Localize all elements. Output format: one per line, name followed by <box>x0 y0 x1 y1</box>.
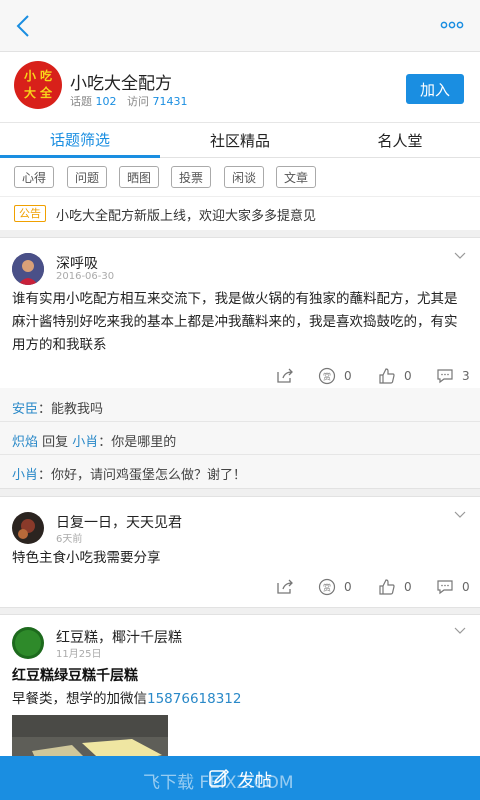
post-body: 早餐类，想学的加微信15876618312 <box>12 688 468 711</box>
divider <box>0 421 480 422</box>
comment-text: ：你是哪里的 <box>98 435 177 450</box>
share-icon <box>277 368 293 383</box>
share-icon <box>277 579 293 594</box>
reward-count: 0 <box>344 580 352 594</box>
post-card[interactable]: 深呼吸 2016-06-30 谁有实用小吃配方相互来交流下，我是做火锅的有独家的… <box>0 237 480 489</box>
comment-text: ：你好，请问鸡蛋堡怎么做？谢了！ <box>38 468 247 483</box>
avatar-image <box>12 512 44 544</box>
back-arrow-icon[interactable] <box>10 10 40 42</box>
thumbs-up-icon <box>379 368 395 384</box>
group-logo: 小 吃 大 全 <box>14 61 62 109</box>
comment-text: ：能教我吗 <box>38 402 104 417</box>
visits-count: 71431 <box>152 95 188 108</box>
post-date: 11月25日 <box>56 649 102 660</box>
filter-chip-chat[interactable]: 闲谈 <box>224 166 264 188</box>
like-button[interactable]: 0 <box>378 577 412 597</box>
comment-user[interactable]: 小肖 <box>12 468 38 483</box>
app-screen: 小 吃 大 全 小吃大全配方 话题 102 访问 71431 加入 话题筛选 社… <box>0 0 480 800</box>
logo-char: 大 <box>24 86 37 100</box>
logo-char: 小 <box>24 69 37 83</box>
share-button[interactable] <box>276 366 302 386</box>
avatar-image <box>12 253 44 285</box>
avatar[interactable] <box>12 512 44 544</box>
comment-icon <box>437 580 453 595</box>
announcement-bar[interactable]: 公告 小吃大全配方新版上线，欢迎大家多多提意见 <box>0 196 480 230</box>
announcement-text: 小吃大全配方新版上线，欢迎大家多多提意见 <box>56 209 317 224</box>
divider <box>0 454 480 455</box>
new-post-button[interactable]: 发帖 飞下载 FEIXZ.COM <box>0 756 480 800</box>
more-dots-icon[interactable] <box>440 18 464 32</box>
comment-icon <box>437 369 453 384</box>
like-count: 0 <box>404 369 412 383</box>
post-actions: 赏 0 0 3 <box>0 366 480 386</box>
post-actions: 赏 0 0 0 <box>0 577 480 597</box>
watermark-text: 飞下载 FEIXZ.COM <box>143 773 294 793</box>
filter-chip-experience[interactable]: 心得 <box>14 166 54 188</box>
comment-count: 0 <box>462 580 470 594</box>
group-name: 小吃大全配方 <box>70 74 172 94</box>
avatar-image <box>12 627 44 659</box>
tab-topic-filter[interactable]: 话题筛选 <box>0 123 160 158</box>
post-author[interactable]: 日复一日，天天见君 <box>56 512 182 532</box>
reward-count: 0 <box>344 369 352 383</box>
post-card[interactable]: 红豆糕，椰汁千层糕 11月25日 红豆糕绿豆糕千层糕 早餐类，想学的加微信158… <box>0 614 480 775</box>
logo-char: 吃 <box>40 69 53 83</box>
filter-chip-article[interactable]: 文章 <box>276 166 316 188</box>
svg-text:赏: 赏 <box>323 583 331 593</box>
avatar[interactable] <box>12 627 44 659</box>
post-phone-link[interactable]: 15876618312 <box>147 691 241 707</box>
comment-button[interactable]: 0 <box>436 577 470 597</box>
post-author[interactable]: 深呼吸 <box>56 253 98 273</box>
filter-chip-vote[interactable]: 投票 <box>171 166 211 188</box>
reply-target-user[interactable]: 小肖 <box>72 435 98 450</box>
comment-user[interactable]: 炽焰 <box>12 435 38 450</box>
logo-char: 全 <box>40 86 53 100</box>
topics-label: 话题 <box>70 95 92 108</box>
post-date: 6天前 <box>56 534 83 545</box>
comment-item[interactable]: 炽焰 回复 小肖：你是哪里的 <box>12 431 176 450</box>
group-header: 小 吃 大 全 小吃大全配方 话题 102 访问 71431 加入 <box>0 52 480 122</box>
post-date: 2016-06-30 <box>56 271 115 282</box>
thumbs-up-icon <box>379 579 395 595</box>
like-count: 0 <box>404 580 412 594</box>
post-body-text: 早餐类，想学的加微信 <box>12 691 147 707</box>
join-button[interactable]: 加入 <box>406 74 464 104</box>
top-bar <box>0 0 480 52</box>
topics-count: 102 <box>95 95 117 108</box>
comment-count: 3 <box>462 369 470 383</box>
tab-hall-of-fame[interactable]: 名人堂 <box>320 123 480 158</box>
visits-label: 访问 <box>127 95 149 108</box>
chevron-down-icon[interactable] <box>454 511 466 519</box>
group-stats: 话题 102 访问 71431 <box>70 93 188 109</box>
post-body: 谁有实用小吃配方相互来交流下，我是做火锅的有独家的蘸料配方，尤其是麻汁酱特别好吃… <box>12 291 458 353</box>
comment-item[interactable]: 小肖：你好，请问鸡蛋堡怎么做？谢了！ <box>12 464 246 483</box>
post-author[interactable]: 红豆糕，椰汁千层糕 <box>56 627 182 647</box>
announcement-badge: 公告 <box>14 205 46 222</box>
tab-bar: 话题筛选 社区精品 名人堂 <box>0 122 480 158</box>
comment-item[interactable]: 安臣：能教我吗 <box>12 398 103 417</box>
reply-word: 回复 <box>38 435 73 450</box>
post-card[interactable]: 日复一日，天天见君 6天前 特色主食小吃我需要分享 赏 0 0 0 <box>0 496 480 608</box>
post-body: 特色主食小吃我需要分享 <box>12 550 161 566</box>
filter-chip-photos[interactable]: 晒图 <box>119 166 159 188</box>
post-title: 红豆糕绿豆糕千层糕 <box>12 668 138 684</box>
comment-button[interactable]: 3 <box>436 366 470 386</box>
avatar[interactable] <box>12 253 44 285</box>
comment-user[interactable]: 安臣 <box>12 402 38 417</box>
reward-icon: 赏 <box>318 367 336 385</box>
reward-button[interactable]: 赏 0 <box>318 577 352 597</box>
filter-chips: 心得 问题 晒图 投票 闲谈 文章 <box>0 158 480 196</box>
chevron-down-icon[interactable] <box>454 252 466 260</box>
chevron-down-icon[interactable] <box>454 627 466 635</box>
tab-community-picks[interactable]: 社区精品 <box>160 123 320 158</box>
reward-button[interactable]: 赏 0 <box>318 366 352 386</box>
like-button[interactable]: 0 <box>378 366 412 386</box>
reward-icon: 赏 <box>318 578 336 596</box>
comment-list: 安臣：能教我吗 炽焰 回复 小肖：你是哪里的 小肖：你好，请问鸡蛋堡怎么做？谢了… <box>0 388 480 488</box>
svg-text:赏: 赏 <box>323 372 331 382</box>
filter-chip-question[interactable]: 问题 <box>67 166 107 188</box>
share-button[interactable] <box>276 577 302 597</box>
